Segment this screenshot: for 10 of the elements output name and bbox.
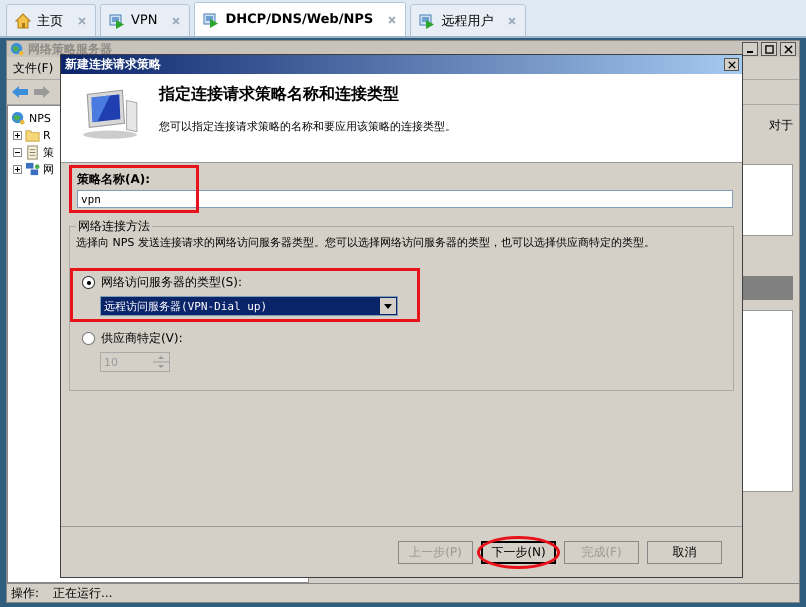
status-text: 正在运行... — [53, 584, 112, 602]
description-text: 对于 — [769, 117, 793, 134]
window-title: 网络策略服务器 — [28, 40, 112, 58]
field-label: 策略名称(A): — [77, 171, 152, 188]
group-description: 选择向 NPS 发送连接请求的网络访问服务器类型。您可以选择网络访问服务器的类型，也可以选择供应商特定的类型。 — [76, 235, 656, 250]
dialog-description: 您可以指定连接请求策略的名称和要应用该策略的连接类型。 — [159, 119, 456, 134]
group-label: 网络连接方法 — [77, 218, 151, 235]
status-label: 操作: — [11, 584, 40, 602]
dialog-title: 新建连接请求策略 — [65, 56, 161, 73]
dialog-heading: 指定连接请求策略名称和连接类型 — [159, 84, 400, 105]
